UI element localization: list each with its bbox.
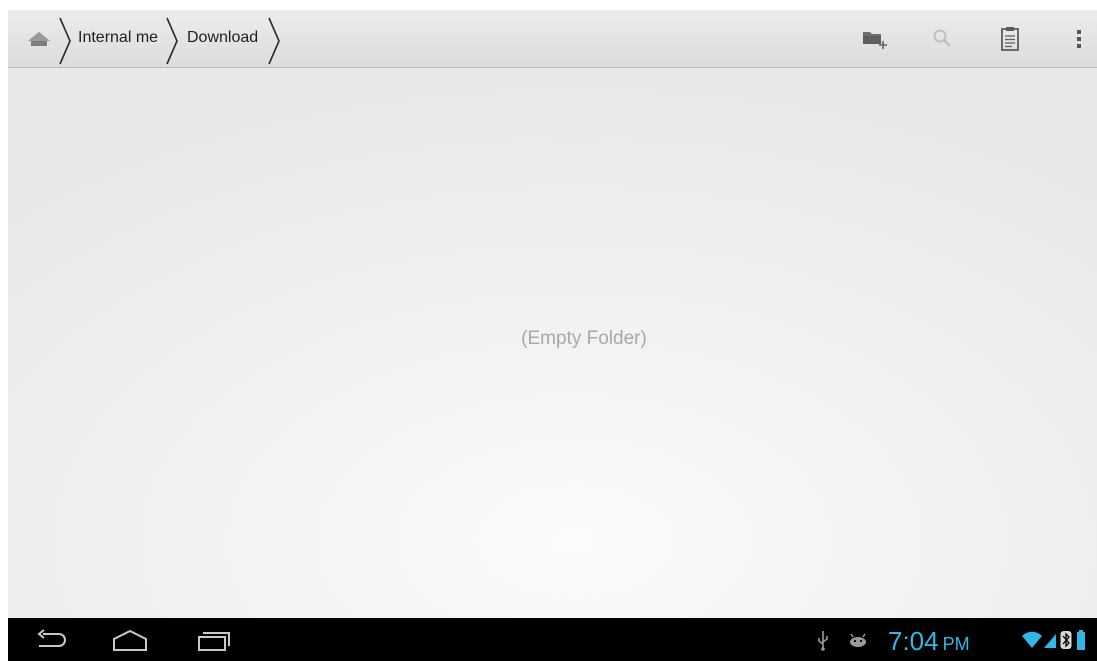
empty-folder-message: (Empty Folder): [521, 328, 647, 349]
wifi-status[interactable]: [1021, 626, 1043, 654]
android-debug-icon: [850, 633, 866, 647]
chevron-separator-icon: [268, 17, 280, 65]
home-nav-button[interactable]: [110, 624, 150, 656]
recent-apps-button[interactable]: [194, 624, 234, 656]
new-folder-icon: [863, 32, 887, 49]
usb-status[interactable]: [814, 626, 832, 654]
recent-apps-icon: [198, 632, 230, 651]
overflow-menu-icon: [1077, 30, 1081, 48]
overflow-menu-button[interactable]: [1061, 22, 1097, 56]
home-icon: [28, 32, 50, 46]
file-list-area: (Empty Folder): [8, 68, 1097, 618]
debug-status[interactable]: [846, 626, 870, 654]
search-button[interactable]: [925, 22, 961, 56]
breadcrumb-item-internal-memory[interactable]: Internal me: [78, 29, 172, 47]
bluetooth-status[interactable]: [1059, 626, 1073, 654]
search-icon: [933, 29, 951, 47]
bluetooth-icon: [1060, 631, 1072, 649]
screen: Internal me Download (Empty Folder) 7:04…: [8, 10, 1097, 661]
clock-time: 7:04: [888, 626, 939, 656]
system-bar: 7:04 PM: [8, 618, 1097, 661]
battery-icon: [1077, 630, 1085, 650]
back-button[interactable]: [34, 624, 70, 656]
clipboard-icon: [1001, 27, 1019, 51]
clipboard-button[interactable]: [992, 22, 1028, 56]
usb-icon: [818, 631, 828, 651]
chevron-separator-icon: [166, 17, 178, 65]
action-bar: Internal me Download: [8, 10, 1097, 68]
new-folder-button[interactable]: [857, 22, 893, 56]
breadcrumb-home[interactable]: [22, 26, 56, 52]
back-icon: [37, 629, 66, 647]
signal-icon: [1044, 634, 1056, 648]
breadcrumb-item-download[interactable]: Download: [187, 29, 277, 47]
clock[interactable]: 7:04 PM: [888, 623, 970, 659]
battery-status[interactable]: [1075, 626, 1087, 654]
wifi-icon: [1022, 631, 1042, 648]
clock-ampm: PM: [942, 634, 970, 654]
home-icon: [113, 629, 147, 651]
chevron-separator-icon: [59, 17, 71, 65]
signal-status[interactable]: [1043, 626, 1057, 654]
